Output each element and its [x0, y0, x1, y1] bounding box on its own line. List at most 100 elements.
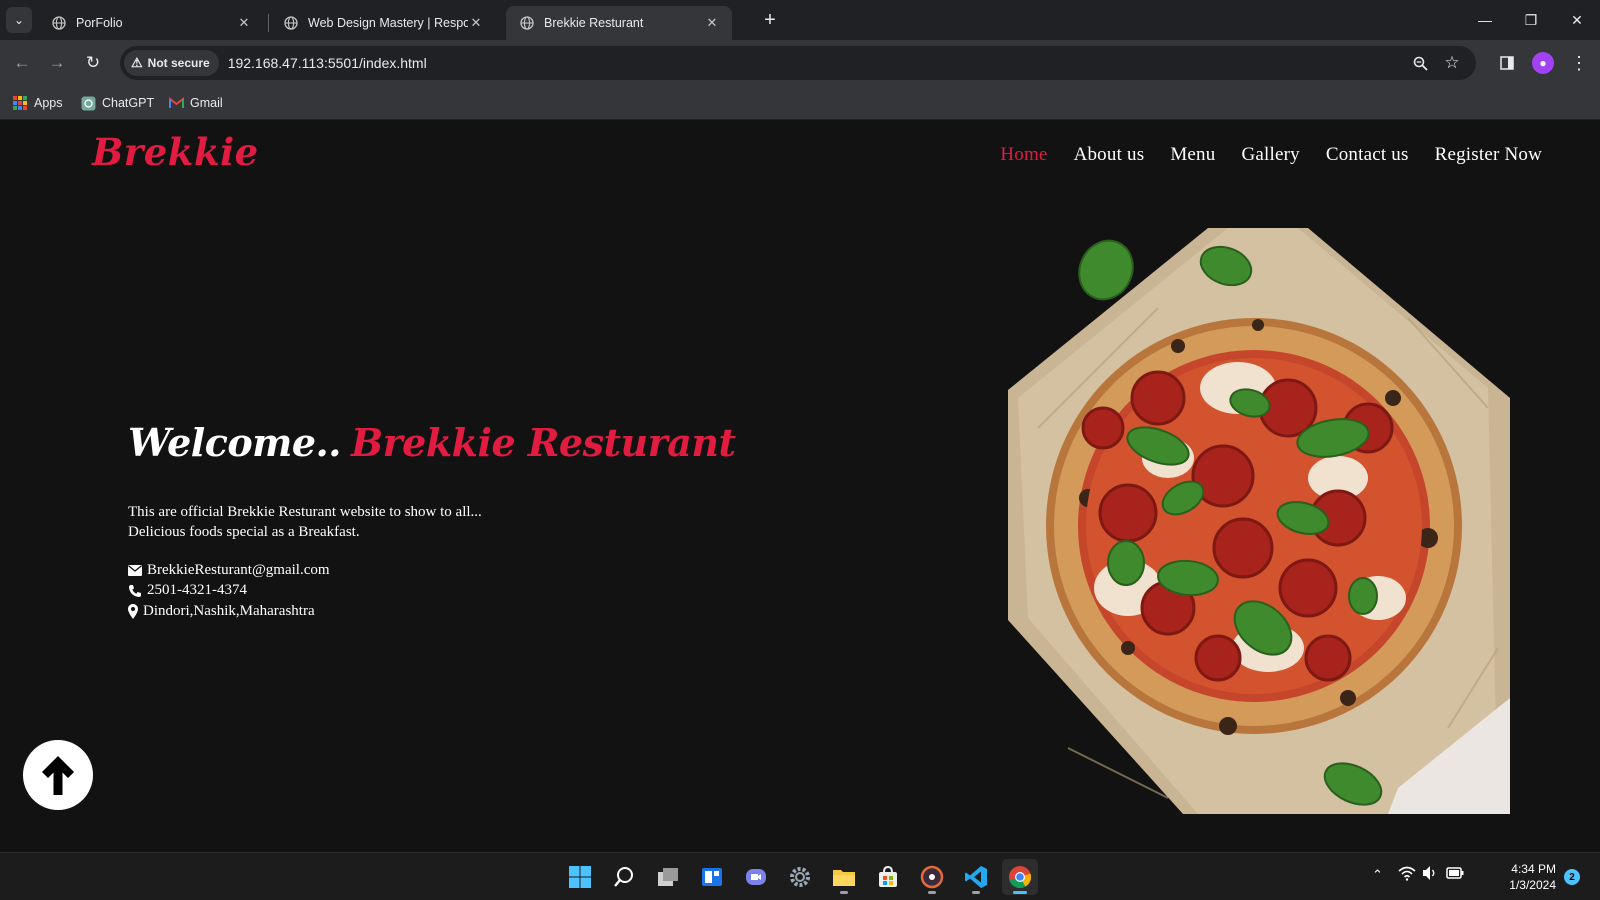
teams-chat-button[interactable] [738, 859, 774, 895]
wifi-icon[interactable] [1398, 865, 1416, 884]
widgets-icon [702, 868, 722, 886]
bookmark-label: Apps [34, 96, 63, 110]
restore-icon: ❐ [1524, 11, 1538, 28]
chrome-icon [1009, 866, 1032, 889]
description-line: This are official Brekkie Resturant webs… [128, 504, 482, 520]
profile-avatar[interactable]: ● [1532, 52, 1554, 74]
nav-gallery[interactable]: Gallery [1241, 144, 1299, 166]
gear-icon [790, 867, 810, 887]
bookmark-chatgpt[interactable]: ChatGPT [80, 92, 154, 114]
tab-web-design-mastery[interactable]: Web Design Mastery | Responsi ✕ [270, 6, 496, 40]
tab-portfolio[interactable]: PorFolio ✕ [38, 6, 264, 40]
arrow-left-icon: ← [13, 53, 31, 72]
tray-overflow-icon[interactable]: ⌃ [1372, 867, 1383, 883]
nav-about-us[interactable]: About us [1074, 144, 1145, 166]
phone-icon [128, 584, 143, 598]
media-player-app[interactable] [914, 859, 950, 895]
vscode-icon [965, 866, 987, 888]
task-view-button[interactable] [650, 859, 686, 895]
security-indicator[interactable]: ⚠ Not secure [124, 50, 219, 76]
microsoft-store-app[interactable] [870, 859, 906, 895]
task-view-icon [658, 868, 678, 886]
clock-date: 1/3/2024 [1509, 878, 1556, 892]
person-icon: ● [1539, 56, 1547, 70]
store-bag-icon [879, 866, 897, 887]
tab-brekkie-resturant[interactable]: Brekkie Resturant ✕ [506, 6, 732, 40]
close-icon[interactable]: ✕ [704, 15, 720, 31]
close-window-button[interactable]: ✕ [1562, 8, 1592, 32]
bookmark-label: Gmail [190, 96, 223, 110]
new-tab-button[interactable]: + [758, 8, 782, 32]
running-indicator [840, 891, 848, 894]
clock-time: 4:34 PM [1511, 862, 1556, 876]
arrow-right-icon: → [48, 53, 66, 72]
volume-icon[interactable] [1422, 865, 1438, 884]
windows-logo-icon [569, 866, 591, 888]
envelope-icon [128, 564, 143, 576]
back-button[interactable]: ← [9, 50, 35, 76]
hero-welcome: Welcome.. [128, 420, 342, 465]
running-indicator [972, 891, 980, 894]
warning-icon: ⚠ [131, 55, 143, 70]
pizza-hero-image [1008, 228, 1510, 814]
website-viewport: Brekkie Home About us Menu Gallery Conta… [0, 120, 1600, 852]
bookmarks-bar: Apps ChatGPT Gmail [0, 86, 1600, 120]
tab-title: Web Design Mastery | Responsi [308, 16, 468, 30]
close-icon: ✕ [1571, 11, 1583, 28]
hero-brand: Brekkie Resturant [351, 420, 736, 465]
site-logo[interactable]: Brekkie [92, 130, 259, 174]
plus-icon: + [764, 8, 776, 31]
chrome-app[interactable] [1002, 859, 1038, 895]
email-text: BrekkieResturant@gmail.com [147, 561, 330, 578]
start-button[interactable] [562, 859, 598, 895]
close-icon[interactable]: ✕ [236, 15, 252, 31]
url-text[interactable]: 192.168.47.113:5501/index.html [228, 55, 427, 71]
phone-text: 2501-4321-4374 [147, 582, 247, 599]
contact-email: BrekkieResturant@gmail.com [128, 560, 330, 581]
scroll-to-top-button[interactable] [23, 740, 93, 810]
forward-button[interactable]: → [44, 50, 70, 76]
settings-app[interactable] [782, 859, 818, 895]
running-indicator [928, 891, 936, 894]
bookmark-star-icon[interactable]: ☆ [1440, 52, 1464, 74]
security-label: Not secure [147, 56, 210, 70]
vscode-app[interactable] [958, 859, 994, 895]
globe-icon [520, 16, 534, 30]
file-explorer-app[interactable] [826, 859, 862, 895]
nav-home[interactable]: Home [1000, 144, 1047, 166]
browser-toolbar: ← → ↻ ⚠ Not secure 192.168.47.113:5501/i… [0, 40, 1600, 86]
gmail-icon [168, 95, 184, 111]
chevron-down-icon: ⌄ [13, 13, 25, 27]
zoom-icon[interactable] [1408, 52, 1432, 74]
description-line: Delicious foods special as a Breakfast. [128, 524, 360, 540]
tab-search-button[interactable]: ⌄ [6, 7, 32, 33]
main-navigation: Home About us Menu Gallery Contact us Re… [1000, 144, 1542, 166]
bookmark-gmail[interactable]: Gmail [168, 92, 223, 114]
search-button[interactable] [606, 859, 642, 895]
active-indicator [1013, 891, 1027, 894]
nav-menu[interactable]: Menu [1170, 144, 1215, 166]
battery-icon[interactable] [1446, 866, 1464, 883]
bookmark-apps[interactable]: Apps [12, 92, 63, 114]
notification-badge[interactable]: 2 [1564, 869, 1580, 885]
contact-address: Dindori,Nashik,Maharashtra [128, 601, 330, 622]
apps-grid-icon [12, 95, 28, 111]
nav-contact-us[interactable]: Contact us [1326, 144, 1409, 166]
widgets-button[interactable] [694, 859, 730, 895]
arrow-up-icon [42, 756, 74, 795]
address-text: Dindori,Nashik,Maharashtra [143, 602, 315, 619]
nav-register-now[interactable]: Register Now [1435, 144, 1542, 166]
media-disc-icon [920, 865, 944, 889]
side-panel-icon[interactable] [1494, 50, 1520, 76]
restore-button[interactable]: ❐ [1516, 8, 1546, 32]
reload-icon: ↻ [85, 53, 101, 72]
reload-button[interactable]: ↻ [80, 50, 106, 76]
tab-title: PorFolio [76, 16, 123, 30]
address-bar[interactable]: ⚠ Not secure 192.168.47.113:5501/index.h… [120, 46, 1476, 80]
contact-phone: 2501-4321-4374 [128, 581, 330, 602]
system-clock[interactable]: 4:34 PM 1/3/2024 [1502, 861, 1556, 893]
minimize-button[interactable]: — [1470, 8, 1500, 32]
globe-icon [284, 16, 298, 30]
close-icon[interactable]: ✕ [468, 15, 484, 31]
menu-kebab-icon[interactable]: ⋮ [1566, 50, 1592, 76]
